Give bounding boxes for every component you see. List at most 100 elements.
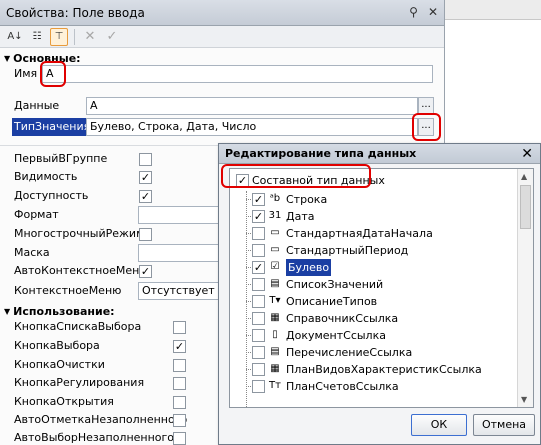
type-list-item[interactable]: ▤ ПеречислениеСсылка	[230, 344, 533, 361]
visibility-label: Видимость	[14, 170, 78, 183]
type-list-item[interactable]: ▤ СписокЗначений	[230, 276, 533, 293]
dialog-titlebar: Редактирование типа данных ✕	[219, 144, 540, 164]
type-label: ПланСчетовСсылка	[286, 380, 399, 393]
adjust-button-label: КнопкаРегулирования	[14, 376, 145, 389]
type-checkbox[interactable]	[252, 227, 265, 240]
std-date-icon: ▭	[270, 227, 280, 238]
availability-label: Доступность	[14, 189, 89, 202]
auto-context-menu-checkbox[interactable]: ✓	[139, 265, 152, 278]
auto-mark-unfilled-label: АвтоОтметкаНезаполненного	[14, 413, 188, 426]
close-icon[interactable]: ✕	[521, 145, 533, 164]
clear-button-checkbox[interactable]	[173, 359, 186, 372]
type-edit-dialog: Редактирование типа данных ✕ ✓ Составной…	[218, 143, 541, 445]
type-checkbox[interactable]	[252, 329, 265, 342]
type-label: Булево	[286, 259, 332, 276]
ok-button[interactable]: ОК	[411, 414, 467, 436]
panel-toolbar: A↓ ☷ ⊤ ✕ ✓	[0, 26, 444, 48]
collapse-icon: ▼	[4, 53, 11, 63]
choice-button-checkbox[interactable]: ✓	[173, 340, 186, 353]
type-checkbox[interactable]	[252, 312, 265, 325]
type-list-item[interactable]: ▯ ДокументСсылка	[230, 327, 533, 344]
type-label: ТипЗначения	[12, 118, 93, 136]
multiline-checkbox[interactable]	[139, 228, 152, 241]
choice-button-label: КнопкаВыбора	[14, 339, 100, 352]
scroll-up-icon[interactable]: ▲	[521, 172, 527, 181]
filter-icon[interactable]: ⊤	[50, 27, 68, 46]
pin-icon[interactable]: ⚲	[409, 5, 418, 19]
type-checkbox[interactable]	[252, 380, 265, 393]
highlight-name	[40, 61, 66, 87]
type-label: Строка	[286, 193, 328, 206]
catalog-ref-icon: ▦	[270, 312, 280, 323]
auto-context-menu-label: АвтоКонтекстноеМеню	[14, 264, 149, 277]
type-field[interactable]: Булево, Строка, Дата, Число	[86, 118, 418, 136]
type-checkbox[interactable]	[252, 363, 265, 376]
choice-list-button-checkbox[interactable]	[173, 321, 186, 334]
type-checkbox[interactable]: ✓	[252, 210, 265, 223]
highlight-composite	[221, 164, 371, 188]
panel-title: Свойства: Поле ввода	[6, 5, 145, 20]
panel-titlebar: Свойства: Поле ввода ⚲ ✕	[0, 0, 444, 26]
mask-field[interactable]	[138, 244, 220, 262]
data-label: Данные	[14, 99, 60, 112]
type-label: Дата	[286, 210, 315, 223]
first-in-group-checkbox[interactable]	[139, 153, 152, 166]
auto-choice-unfilled-label: АвтоВыборНезаполненного	[14, 431, 175, 444]
format-field[interactable]	[138, 206, 220, 224]
sort-alpha-icon[interactable]: A↓	[6, 28, 24, 46]
cancel-button[interactable]: Отмена	[473, 414, 535, 436]
toolbar-separator	[74, 28, 75, 45]
name-field[interactable]: А	[42, 65, 433, 83]
type-list-item[interactable]: ▭ СтандартнаяДатаНачала	[230, 225, 533, 242]
multiline-label: МногострочныйРежим	[14, 227, 145, 240]
type-list-item[interactable]: ✓ ᵃb Строка	[230, 191, 533, 208]
type-list-item[interactable]: Tт ПланСчетовСсылка	[230, 378, 533, 395]
auto-choice-unfilled-checkbox[interactable]	[173, 432, 186, 445]
section-usage-label: Использование:	[13, 304, 115, 318]
type-checkbox[interactable]: ✓	[252, 261, 265, 274]
check-icon[interactable]: ✓	[103, 28, 121, 46]
data-field[interactable]: А	[86, 97, 418, 115]
collapse-icon: ▼	[4, 306, 11, 316]
adjust-button-checkbox[interactable]	[173, 377, 186, 390]
context-menu-field[interactable]: Отсутствует	[138, 282, 220, 300]
type-checkbox[interactable]: ✓	[252, 193, 265, 206]
categorize-icon[interactable]: ☷	[28, 28, 46, 46]
type-checkbox[interactable]	[252, 244, 265, 257]
chart-of-accounts-icon: Tт	[269, 380, 281, 391]
type-label: СтандартнаяДатаНачала	[286, 227, 433, 240]
type-list-item[interactable]: ✓ ☑ Булево	[230, 259, 533, 276]
type-checkbox[interactable]	[252, 278, 265, 291]
chart-of-characteristics-icon: ▦	[270, 363, 280, 374]
open-button-label: КнопкаОткрытия	[14, 395, 114, 408]
availability-checkbox[interactable]: ✓	[139, 190, 152, 203]
format-label: Формат	[14, 208, 59, 221]
highlight-type-button	[412, 113, 441, 141]
name-label: Имя	[14, 67, 38, 80]
type-checkbox[interactable]	[252, 346, 265, 359]
type-label: ОписаниеТипов	[286, 295, 378, 308]
type-label: ДокументСсылка	[286, 329, 386, 342]
visibility-checkbox[interactable]: ✓	[139, 171, 152, 184]
auto-mark-unfilled-checkbox[interactable]	[173, 414, 186, 427]
close-icon[interactable]: ✕	[428, 5, 438, 19]
document-ref-icon: ▯	[272, 329, 278, 340]
type-list-item[interactable]: ✓ 31 Дата	[230, 208, 533, 225]
list-scrollbar[interactable]: ▲ ▼	[517, 169, 533, 407]
type-list-item[interactable]: ▦ СправочникСсылка	[230, 310, 533, 327]
std-period-icon: ▭	[270, 244, 280, 255]
scrollbar-thumb[interactable]	[520, 185, 531, 229]
type-list-item[interactable]: ▦ ПланВидовХарактеристикСсылка	[230, 361, 533, 378]
scroll-down-icon[interactable]: ▼	[521, 395, 527, 404]
type-checkbox[interactable]	[252, 295, 265, 308]
open-button-checkbox[interactable]	[173, 396, 186, 409]
type-list: ✓ Составной тип данных ✓ ᵃb Строка ✓ 31 Дата ▭…	[229, 168, 534, 408]
type-list-item[interactable]: T▾ ОписаниеТипов	[230, 293, 533, 310]
context-menu-label: КонтекстноеМеню	[14, 284, 122, 297]
string-type-icon: ᵃb	[269, 193, 281, 204]
type-list-item[interactable]: ▭ СтандартныйПериод	[230, 242, 533, 259]
enum-ref-icon: ▤	[270, 346, 280, 357]
first-in-group-label: ПервыйВГруппе	[14, 152, 108, 165]
date-type-icon: 31	[268, 210, 282, 221]
cancel-icon[interactable]: ✕	[81, 28, 99, 46]
